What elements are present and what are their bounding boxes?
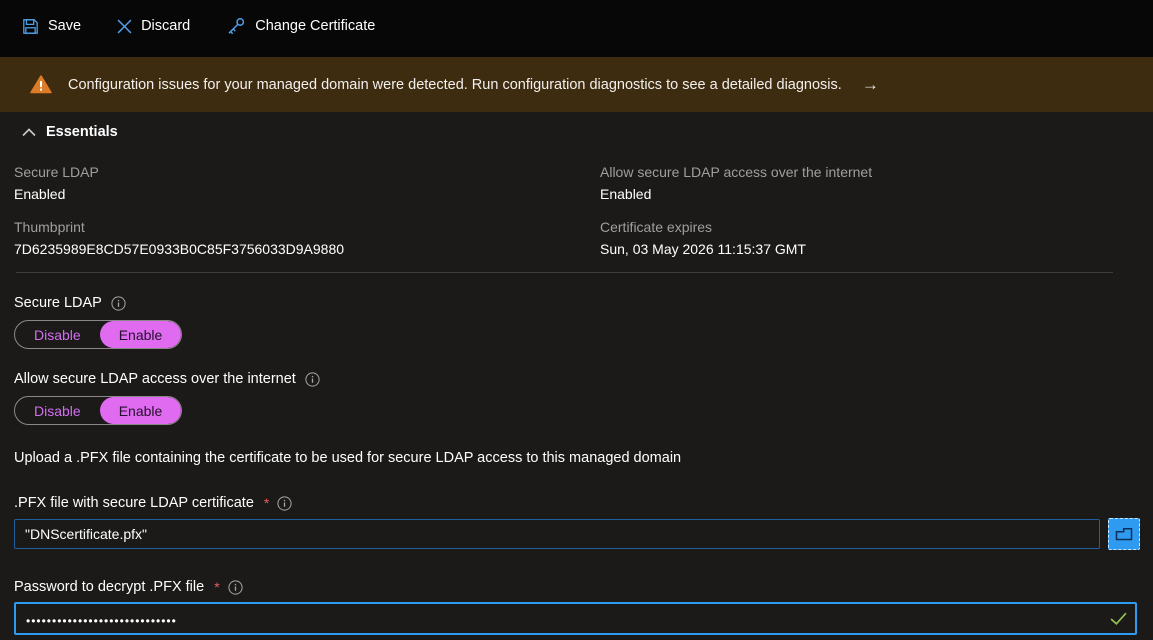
field-value: Enabled — [600, 186, 1153, 202]
key-icon — [226, 17, 246, 36]
essentials-field-thumbprint: Thumbprint 7D6235989E8CD57E0933B0C85F375… — [14, 219, 600, 257]
info-icon[interactable] — [277, 496, 292, 511]
pfx-file-row — [14, 518, 1153, 550]
pfx-file-label-text: .PFX file with secure LDAP certificate — [14, 495, 254, 511]
secure-ldap-label-text: Secure LDAP — [14, 295, 102, 311]
internet-access-section-label: Allow secure LDAP access over the intern… — [14, 371, 1153, 387]
chevron-up-icon — [22, 128, 36, 137]
valid-check-icon — [1110, 612, 1127, 625]
upload-instruction: Upload a .PFX file containing the certif… — [14, 450, 1153, 466]
page-content: Essentials Secure LDAP Enabled Allow sec… — [0, 112, 1153, 635]
required-asterisk: * — [264, 495, 269, 511]
required-asterisk: * — [214, 579, 219, 595]
essentials-toggle[interactable]: Essentials — [14, 124, 1153, 140]
field-label: Thumbprint — [14, 219, 600, 235]
password-label-text: Password to decrypt .PFX file — [14, 579, 204, 595]
folder-icon — [1115, 527, 1133, 541]
password-row — [14, 602, 1137, 635]
pfx-file-input[interactable] — [14, 519, 1100, 549]
secure-ldap-disable-option[interactable]: Disable — [15, 321, 100, 348]
password-input[interactable] — [14, 602, 1137, 635]
secure-ldap-enable-option[interactable]: Enable — [100, 321, 182, 348]
essentials-grid: Secure LDAP Enabled Allow secure LDAP ac… — [14, 164, 1153, 257]
warning-banner: Configuration issues for your managed do… — [0, 57, 1153, 112]
change-certificate-label: Change Certificate — [255, 18, 375, 34]
essentials-field-secure-ldap: Secure LDAP Enabled — [14, 164, 600, 202]
discard-button[interactable]: Discard — [117, 18, 190, 34]
discard-label: Discard — [141, 18, 190, 34]
internet-access-disable-option[interactable]: Disable — [15, 397, 100, 424]
essentials-field-certificate-expires: Certificate expires Sun, 03 May 2026 11:… — [600, 219, 1153, 257]
info-icon[interactable] — [228, 580, 243, 595]
discard-x-icon — [117, 19, 132, 34]
internet-access-label-text: Allow secure LDAP access over the intern… — [14, 371, 296, 387]
info-icon[interactable] — [305, 372, 320, 387]
save-label: Save — [48, 18, 81, 34]
secure-ldap-toggle: Disable Enable — [14, 320, 182, 349]
field-value: Sun, 03 May 2026 11:15:37 GMT — [600, 241, 1153, 257]
save-button[interactable]: Save — [22, 18, 81, 35]
save-floppy-icon — [22, 18, 39, 35]
change-certificate-button[interactable]: Change Certificate — [226, 17, 375, 36]
field-label: Certificate expires — [600, 219, 1153, 235]
info-icon[interactable] — [111, 296, 126, 311]
password-label: Password to decrypt .PFX file * — [14, 579, 1153, 595]
section-divider — [16, 272, 1113, 273]
field-value: Enabled — [14, 186, 600, 202]
pfx-file-label: .PFX file with secure LDAP certificate * — [14, 495, 1153, 511]
internet-access-toggle: Disable Enable — [14, 396, 182, 425]
warning-message: Configuration issues for your managed do… — [68, 77, 842, 93]
essentials-field-internet-access: Allow secure LDAP access over the intern… — [600, 164, 1153, 202]
field-label: Allow secure LDAP access over the intern… — [600, 164, 1153, 180]
banner-arrow-icon[interactable]: → — [862, 75, 879, 95]
field-label: Secure LDAP — [14, 164, 600, 180]
browse-file-button[interactable] — [1108, 518, 1140, 550]
warning-triangle-icon — [30, 75, 52, 94]
internet-access-enable-option[interactable]: Enable — [100, 397, 182, 424]
secure-ldap-section-label: Secure LDAP — [14, 295, 1153, 311]
field-value: 7D6235989E8CD57E0933B0C85F3756033D9A9880 — [14, 241, 600, 257]
essentials-title: Essentials — [46, 124, 118, 140]
command-bar: Save Discard Change Certificate — [0, 0, 1153, 57]
